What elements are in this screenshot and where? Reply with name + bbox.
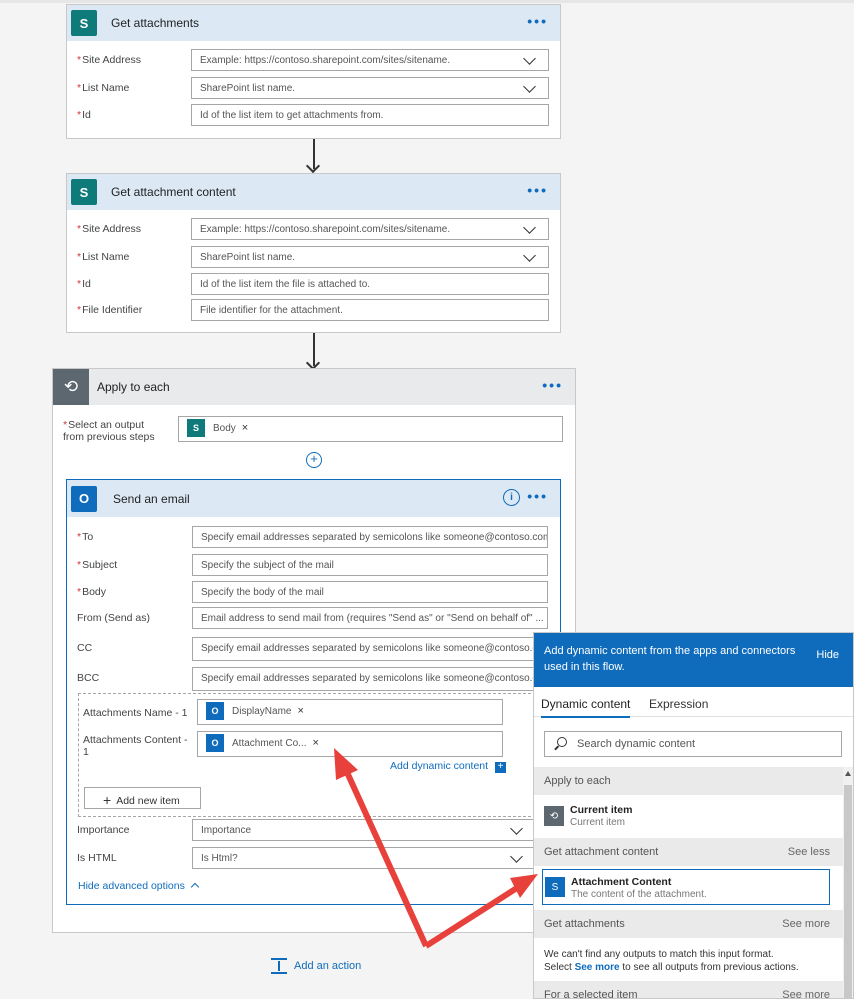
annotation-arrows [334, 748, 538, 949]
